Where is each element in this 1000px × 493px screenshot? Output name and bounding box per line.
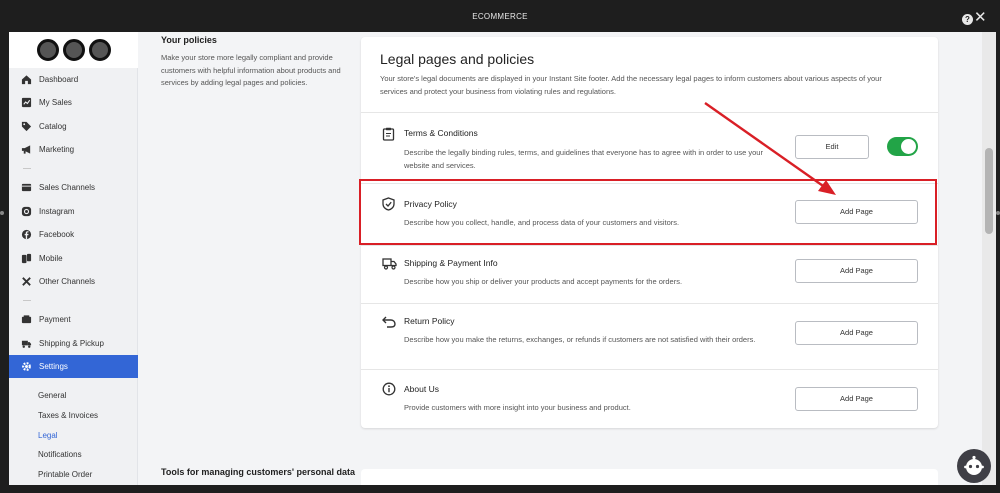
chat-assistant-button[interactable] (957, 449, 991, 483)
tools-card (361, 469, 938, 485)
sidebar-item-settings[interactable]: Settings (9, 355, 138, 378)
scrollbar[interactable] (982, 32, 996, 485)
annotation-highlight-box (359, 179, 937, 245)
sidebar-item-label: Marketing (39, 145, 75, 154)
channels-icon (20, 182, 32, 194)
sidebar-item-label: Other Channels (39, 277, 96, 286)
sidebar-item-marketing[interactable]: Marketing (9, 138, 138, 161)
help-icon[interactable]: ? (962, 14, 973, 25)
sidebar-item-shipping-pickup[interactable]: Shipping & Pickup (9, 332, 138, 355)
app-window: Dashboard My Sales Catalog Marketing Sal… (9, 32, 996, 485)
scrollbar-thumb[interactable] (985, 148, 993, 234)
sidebar-item-label: Shipping & Pickup (39, 339, 104, 348)
close-icon[interactable]: ✕ (974, 9, 987, 27)
logo[interactable] (9, 32, 138, 68)
sidebar-item-label: Settings (39, 362, 68, 371)
sidebar-item-mobile[interactable]: Mobile (9, 247, 138, 270)
policy-description: Provide customers with more insight into… (404, 403, 631, 412)
card-header: Legal pages and policies Your store's le… (361, 37, 938, 113)
card-description: Your store's legal documents are display… (380, 74, 882, 96)
truck-icon (20, 338, 32, 350)
sidebar-item-sales-channels[interactable]: Sales Channels (9, 176, 138, 199)
policy-description: Describe how you ship or deliver your pr… (404, 277, 683, 286)
gear-icon (20, 361, 32, 373)
terms-visibility-toggle[interactable] (887, 137, 918, 156)
policy-title: Terms & Conditions (404, 128, 478, 138)
sidebar: Dashboard My Sales Catalog Marketing Sal… (9, 32, 138, 485)
sidebar-item-my-sales[interactable]: My Sales (9, 91, 138, 114)
policy-row-return: Return Policy Describe how you make the … (361, 304, 938, 370)
sidebar-item-label: Mobile (39, 254, 63, 263)
tools-section-heading: Tools for managing customers' personal d… (161, 467, 356, 477)
policy-description: Describe the legally binding rules, term… (404, 148, 763, 170)
home-icon (20, 74, 32, 86)
policy-title: Shipping & Payment Info (404, 258, 498, 268)
sidebar-item-payment[interactable]: Payment (9, 308, 138, 331)
sidebar-item-label: Dashboard (39, 75, 79, 84)
tools-icon (20, 276, 32, 288)
sidebar-item-instagram[interactable]: Instagram (9, 200, 138, 223)
policy-row-shipping: Shipping & Payment Info Describe how you… (361, 246, 938, 304)
sidebar-item-label: Sales Channels (39, 183, 96, 192)
sidebar-subitem-taxes-invoices[interactable]: Taxes & Invoices (38, 411, 98, 420)
section-heading: Your policies (161, 35, 217, 45)
info-icon (382, 382, 396, 396)
sidebar-subitem-legal[interactable]: Legal (38, 431, 58, 440)
resize-handle-right[interactable] (996, 211, 1000, 215)
title-bar: ECOMMERCE ? ✕ (0, 0, 1000, 32)
add-shipping-page-button[interactable]: Add Page (795, 259, 918, 283)
sidebar-item-label: Instagram (39, 207, 75, 216)
instagram-icon (20, 206, 32, 218)
clipboard-icon (382, 127, 396, 141)
sidebar-item-label: Facebook (39, 230, 75, 239)
add-return-page-button[interactable]: Add Page (795, 321, 918, 345)
card-title: Legal pages and policies (380, 51, 535, 67)
sidebar-item-other-channels[interactable]: Other Channels (9, 270, 138, 293)
sidebar-item-label: My Sales (39, 98, 72, 107)
edit-terms-button[interactable]: Edit (795, 135, 869, 159)
policy-row-about: About Us Provide customers with more ins… (361, 370, 938, 428)
window-title: ECOMMERCE (472, 12, 528, 21)
sales-icon (20, 97, 32, 109)
sidebar-subitem-general[interactable]: General (38, 391, 66, 400)
sidebar-item-label: Catalog (39, 122, 67, 131)
sidebar-item-facebook[interactable]: Facebook (9, 223, 138, 246)
resize-handle-left[interactable] (0, 211, 4, 215)
sidebar-subitem-notifications[interactable]: Notifications (38, 450, 82, 459)
facebook-icon (20, 229, 32, 241)
sidebar-item-catalog[interactable]: Catalog (9, 115, 138, 138)
sidebar-item-label: Payment (39, 315, 71, 324)
sidebar-item-dashboard[interactable]: Dashboard (9, 68, 138, 91)
megaphone-icon (20, 144, 32, 156)
policy-row-terms: Terms & Conditions Describe the legally … (361, 114, 938, 184)
sidebar-subitem-printable-order[interactable]: Printable Order (38, 470, 92, 479)
robot-icon (964, 455, 984, 475)
mobile-icon (20, 253, 32, 265)
nav-divider (23, 168, 31, 169)
section-description: Make your store more legally compliant a… (161, 53, 341, 87)
tag-icon (20, 121, 32, 133)
return-arrow-icon (382, 315, 396, 329)
policy-title: About Us (404, 384, 439, 394)
policy-description: Describe how you make the returns, excha… (404, 335, 756, 344)
policy-title: Return Policy (404, 316, 455, 326)
add-about-page-button[interactable]: Add Page (795, 387, 918, 411)
truck-icon (382, 257, 397, 271)
wallet-icon (20, 314, 32, 326)
nav-divider (23, 300, 31, 301)
